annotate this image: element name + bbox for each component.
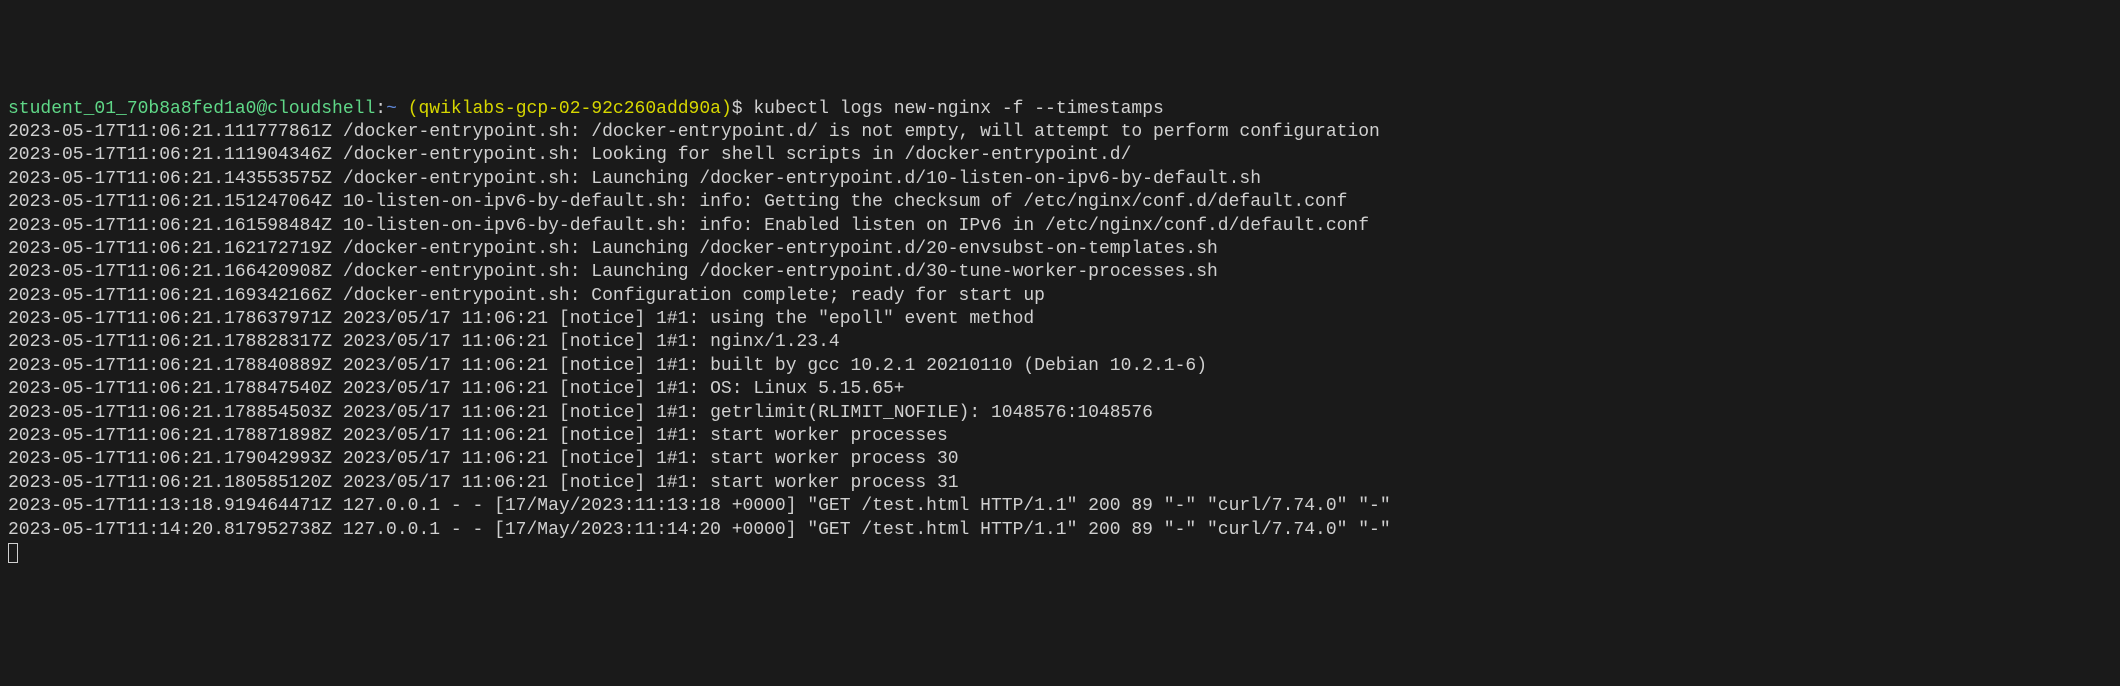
prompt-dollar: $	[732, 99, 754, 119]
prompt-project-open: (	[397, 99, 419, 119]
prompt-project: qwiklabs-gcp-02-92c260add90a	[419, 99, 721, 119]
prompt-line: student_01_70b8a8fed1a0@cloudshell:~ (qw…	[8, 99, 1164, 119]
prompt-project-close: )	[721, 99, 732, 119]
prompt-path: ~	[386, 99, 397, 119]
cursor-icon	[8, 543, 18, 563]
prompt-separator: :	[375, 99, 386, 119]
log-output: 2023-05-17T11:06:21.111777861Z /docker-e…	[8, 121, 2112, 542]
prompt-user: student_01_70b8a8fed1a0@cloudshell	[8, 99, 375, 119]
terminal-output[interactable]: student_01_70b8a8fed1a0@cloudshell:~ (qw…	[8, 98, 2112, 566]
command-text: kubectl logs new-nginx -f --timestamps	[753, 99, 1163, 119]
